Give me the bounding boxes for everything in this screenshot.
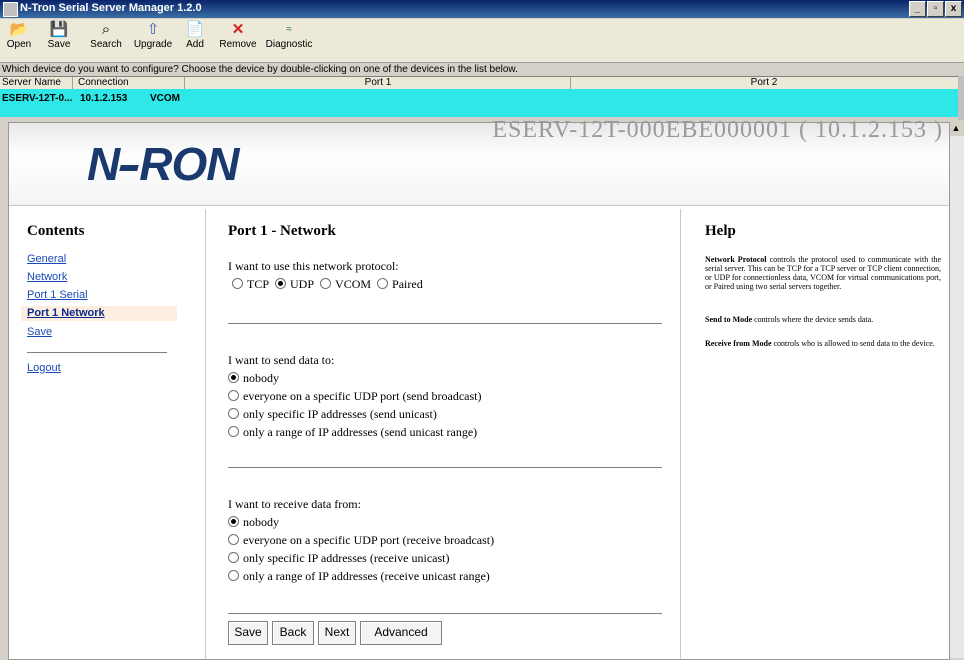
minimize-button[interactable]: _ xyxy=(909,1,926,17)
send-option[interactable]: nobody xyxy=(228,371,279,386)
divider xyxy=(228,467,662,468)
receive-option[interactable]: only a range of IP addresses (receive un… xyxy=(228,569,490,584)
receive-unicast-radio[interactable] xyxy=(228,552,239,563)
close-button[interactable]: x xyxy=(945,1,962,17)
diagnostic-button[interactable]: ≈ Diagnostic xyxy=(264,21,314,50)
toolbar: 📂 Open 💾 Save ⌕ Search ⇧ Upgrade 📄 Add ✕… xyxy=(0,19,964,63)
search-icon: ⌕ xyxy=(101,21,111,38)
upgrade-button[interactable]: ⇧ Upgrade xyxy=(130,21,176,50)
cell-port1: VCOM xyxy=(150,93,180,104)
divider xyxy=(228,323,662,324)
save-button[interactable]: 💾 Save xyxy=(44,21,74,50)
protocol-options: TCP UDP VCOM Paired xyxy=(232,277,423,292)
help-heading: Help xyxy=(705,223,736,239)
send-option[interactable]: everyone on a specific UDP port (send br… xyxy=(228,389,481,404)
column-connection[interactable]: Connection xyxy=(78,77,185,89)
device-prompt: Which device do you want to configure? C… xyxy=(2,64,518,75)
receive-option[interactable]: only specific IP addresses (receive unic… xyxy=(228,551,449,566)
help-panel: Help Network Protocol controls the proto… xyxy=(681,209,949,659)
title-bar: N-Tron Serial Server Manager 1.2.0 _ ▫ x xyxy=(0,0,964,18)
advanced-button[interactable]: Advanced xyxy=(360,621,442,645)
add-document-icon: 📄 xyxy=(185,21,205,38)
send-option[interactable]: only a range of IP addresses (send unica… xyxy=(228,425,477,440)
open-folder-icon: 📂 xyxy=(9,21,29,38)
send-question: I want to send data to: xyxy=(228,353,335,367)
save-page-button[interactable]: Save xyxy=(228,621,268,645)
protocol-tcp-radio[interactable] xyxy=(232,278,243,289)
send-broadcast-radio[interactable] xyxy=(228,390,239,401)
upgrade-icon: ⇧ xyxy=(146,21,160,38)
column-port2[interactable]: Port 2 xyxy=(572,77,956,89)
receive-question: I want to receive data from: xyxy=(228,497,361,511)
app-icon xyxy=(3,2,18,17)
page-header: ESERV-12T-000EBE000001 ( 10.1.2.153 ) NR… xyxy=(9,117,949,206)
help-network-protocol: Network Protocol controls the protocol u… xyxy=(705,255,942,291)
nav-logout-link[interactable]: Logout xyxy=(27,362,61,374)
nav-port1-network-link[interactable]: Port 1 Network xyxy=(21,306,177,321)
protocol-paired-radio[interactable] xyxy=(377,278,389,289)
divider xyxy=(228,613,662,614)
device-list-header: Server Name Connection Port 1 Port 2 xyxy=(0,76,958,90)
receive-nobody-radio[interactable] xyxy=(228,516,239,527)
send-option[interactable]: only specific IP addresses (send unicast… xyxy=(228,407,437,422)
ntron-logo: N RON xyxy=(87,138,239,190)
nav-port1-serial-link[interactable]: Port 1 Serial xyxy=(27,289,88,301)
next-button[interactable]: Next xyxy=(318,621,356,645)
add-button[interactable]: 📄 Add xyxy=(180,21,210,50)
protocol-udp-radio[interactable] xyxy=(275,278,287,289)
nav-divider xyxy=(27,352,167,353)
section-title: Port 1 - Network xyxy=(228,223,336,239)
device-title: ESERV-12T-000EBE000001 ( 10.1.2.153 ) xyxy=(492,117,943,143)
nav-general-link[interactable]: General xyxy=(27,253,66,265)
help-receive-mode: Receive from Mode controls who is allowe… xyxy=(705,339,935,348)
receive-unicast-range-radio[interactable] xyxy=(228,570,239,581)
receive-option[interactable]: everyone on a specific UDP port (receive… xyxy=(228,533,494,548)
contents-nav: Contents General Network Port 1 Serial P… xyxy=(9,209,206,659)
nav-save-link[interactable]: Save xyxy=(27,326,52,338)
device-list-row[interactable]: ESERV-12T-0... 10.1.2.153 VCOM xyxy=(0,89,958,117)
cell-server-name: ESERV-12T-0... xyxy=(2,93,73,104)
column-server-name[interactable]: Server Name xyxy=(2,77,73,89)
send-unicast-radio[interactable] xyxy=(228,408,239,419)
column-port1[interactable]: Port 1 xyxy=(186,77,571,89)
cell-connection: 10.1.2.153 xyxy=(80,93,128,104)
config-page: ESERV-12T-000EBE000001 ( 10.1.2.153 ) NR… xyxy=(8,117,950,660)
remove-x-icon: ✕ xyxy=(231,21,245,38)
receive-option[interactable]: nobody xyxy=(228,515,279,530)
window-controls: _ ▫ x xyxy=(909,1,962,17)
window-title: N-Tron Serial Server Manager 1.2.0 xyxy=(20,2,202,14)
help-send-mode: Send to Mode controls where the device s… xyxy=(705,315,874,324)
open-button[interactable]: 📂 Open xyxy=(4,21,34,50)
remove-button[interactable]: ✕ Remove xyxy=(216,21,260,50)
logo-dash-icon xyxy=(119,164,140,171)
nav-network-link[interactable]: Network xyxy=(27,271,67,283)
send-unicast-range-radio[interactable] xyxy=(228,426,239,437)
send-nobody-radio[interactable] xyxy=(228,372,239,383)
maximize-button[interactable]: ▫ xyxy=(927,1,944,17)
protocol-question: I want to use this network protocol: xyxy=(228,259,399,273)
scroll-up-icon[interactable]: ▲ xyxy=(948,120,964,136)
floppy-disk-icon: 💾 xyxy=(49,21,69,38)
diagnostic-icon: ≈ xyxy=(286,24,292,35)
search-button[interactable]: ⌕ Search xyxy=(86,21,126,50)
network-settings: Port 1 - Network I want to use this netw… xyxy=(206,209,681,659)
receive-broadcast-radio[interactable] xyxy=(228,534,239,545)
back-button[interactable]: Back xyxy=(272,621,314,645)
contents-heading: Contents xyxy=(27,223,85,239)
protocol-vcom-radio[interactable] xyxy=(320,278,332,289)
list-scrollbar[interactable] xyxy=(958,76,964,120)
